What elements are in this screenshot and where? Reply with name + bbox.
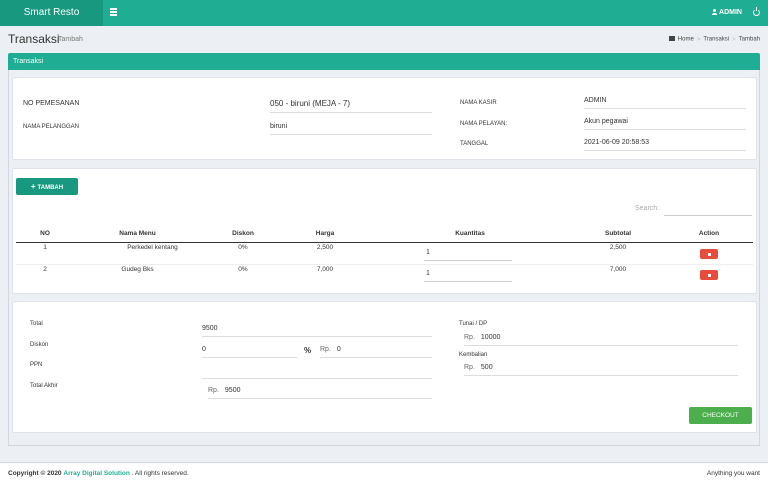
nama-pelayan-label: NAMA PELAYAN:	[460, 121, 508, 127]
trash-icon	[707, 252, 711, 256]
ppn-field	[202, 366, 432, 379]
rp-prefix: Rp.	[464, 334, 475, 341]
breadcrumb-home[interactable]: Home	[678, 37, 694, 43]
nama-pelanggan-label: NAMA PELANGGAN	[23, 124, 80, 130]
total-akhir-field: Rp. 9500	[208, 387, 432, 399]
footer-copyright: Copyright © 2020 Array Digital Solution …	[8, 470, 189, 477]
row2-diskon: 0%	[238, 266, 248, 273]
checkout-button[interactable]: CHECKOUT	[689, 407, 752, 424]
ppn-label: PPN	[30, 362, 43, 368]
col-diskon: Diskon	[232, 230, 254, 237]
home-icon	[668, 36, 675, 41]
top-navbar: Smart Resto ADMIN	[0, 0, 768, 26]
tunai-value: 10000	[480, 334, 501, 341]
total-label: Total	[30, 321, 43, 327]
col-kuantitas: Kuantitas	[455, 230, 485, 237]
diskon-rp-field: Rp. 0	[320, 346, 432, 358]
tanggal-label: TANGGAL	[460, 141, 489, 147]
breadcrumb-tambah: Tambah	[738, 36, 760, 43]
hamburger-icon[interactable]	[110, 8, 117, 17]
page-subtitle: Tambah	[58, 36, 83, 43]
row2-subtotal: 7,000	[609, 266, 627, 273]
search-label: Search:	[635, 205, 660, 212]
row2-qty-input[interactable]: 1	[424, 270, 512, 282]
page-title: Transaksi	[8, 32, 60, 46]
row2-no: 2	[43, 266, 47, 273]
percent-symbol: %	[304, 346, 312, 355]
kembalian-value: 500	[480, 364, 493, 371]
total-field: 9500	[202, 325, 432, 337]
row1-no: 1	[43, 244, 47, 251]
col-harga: Harga	[315, 230, 335, 237]
search-input[interactable]	[664, 215, 752, 216]
row1-delete-button[interactable]	[700, 249, 718, 259]
row2-delete-button[interactable]	[700, 270, 718, 280]
footer-tagline: Anything you want	[706, 470, 760, 477]
total-akhir-value: 9500	[224, 387, 241, 394]
row1-qty-input[interactable]: 1	[424, 249, 512, 261]
table-header-divider	[16, 242, 753, 243]
no-pemesanan-label: NO PEMESANAN	[23, 100, 80, 107]
rp-prefix: Rp.	[464, 364, 475, 371]
section-header: Transaksi	[8, 53, 760, 70]
company-link[interactable]: Array Digital Solution	[63, 470, 129, 477]
nama-kasir-label: NAMA KASIR	[460, 100, 497, 106]
row2-menu: Gudeg Bks	[121, 266, 154, 273]
power-icon[interactable]	[753, 7, 760, 16]
trash-icon	[707, 273, 711, 277]
tunai-input[interactable]: Rp. 10000	[464, 334, 738, 346]
nama-kasir-value: ADMIN	[584, 97, 746, 109]
breadcrumb-transaksi[interactable]: Transaksi	[703, 37, 729, 43]
diskon-rp-value: 0	[336, 346, 341, 353]
user-name: ADMIN	[719, 9, 742, 16]
total-akhir-label: Total Akhir	[30, 383, 58, 389]
kembalian-field: Rp. 500	[464, 364, 738, 376]
copyright-text: Copyright © 2020	[8, 470, 62, 477]
rp-prefix: Rp.	[320, 346, 331, 353]
add-item-button[interactable]: + TAMBAH	[16, 178, 78, 195]
footer: Copyright © 2020 Array Digital Solution …	[0, 462, 768, 486]
rp-prefix: Rp.	[208, 387, 219, 394]
kembalian-label: Kembalian	[459, 352, 488, 358]
row-divider	[16, 264, 753, 265]
row1-subtotal: 2,500	[609, 244, 627, 251]
col-no: NO	[40, 230, 50, 237]
breadcrumb: Home > Transaksi > Tambah	[668, 36, 760, 43]
user-menu[interactable]: ADMIN	[712, 0, 742, 26]
plus-icon: +	[30, 182, 36, 191]
col-nama-menu: Nama Menu	[119, 230, 156, 237]
col-action: Action	[698, 230, 720, 237]
col-subtotal: Subtotal	[605, 230, 631, 237]
row1-harga: 2,500	[316, 244, 334, 251]
diskon-label: Diskon	[30, 342, 49, 348]
row1-diskon: 0%	[238, 244, 248, 251]
tanggal-value: 2021-06-09 20:58:53	[584, 139, 746, 151]
add-item-label: TAMBAH	[37, 185, 64, 191]
rights-text: . All rights reserved.	[131, 470, 189, 477]
row1-menu: Perkedel kentang	[127, 244, 178, 251]
nama-pelayan-value: Akun pegawai	[584, 118, 746, 130]
row2-harga: 7,000	[316, 266, 334, 273]
diskon-percent-input[interactable]: 0	[202, 346, 297, 358]
nama-pelanggan-value: biruni	[270, 123, 432, 135]
app-brand[interactable]: Smart Resto	[0, 0, 103, 26]
user-icon	[712, 9, 718, 15]
no-pemesanan-value: 050 - biruni (MEJA - 7)	[270, 99, 432, 113]
tunai-label: Tunai / DP	[459, 321, 488, 327]
